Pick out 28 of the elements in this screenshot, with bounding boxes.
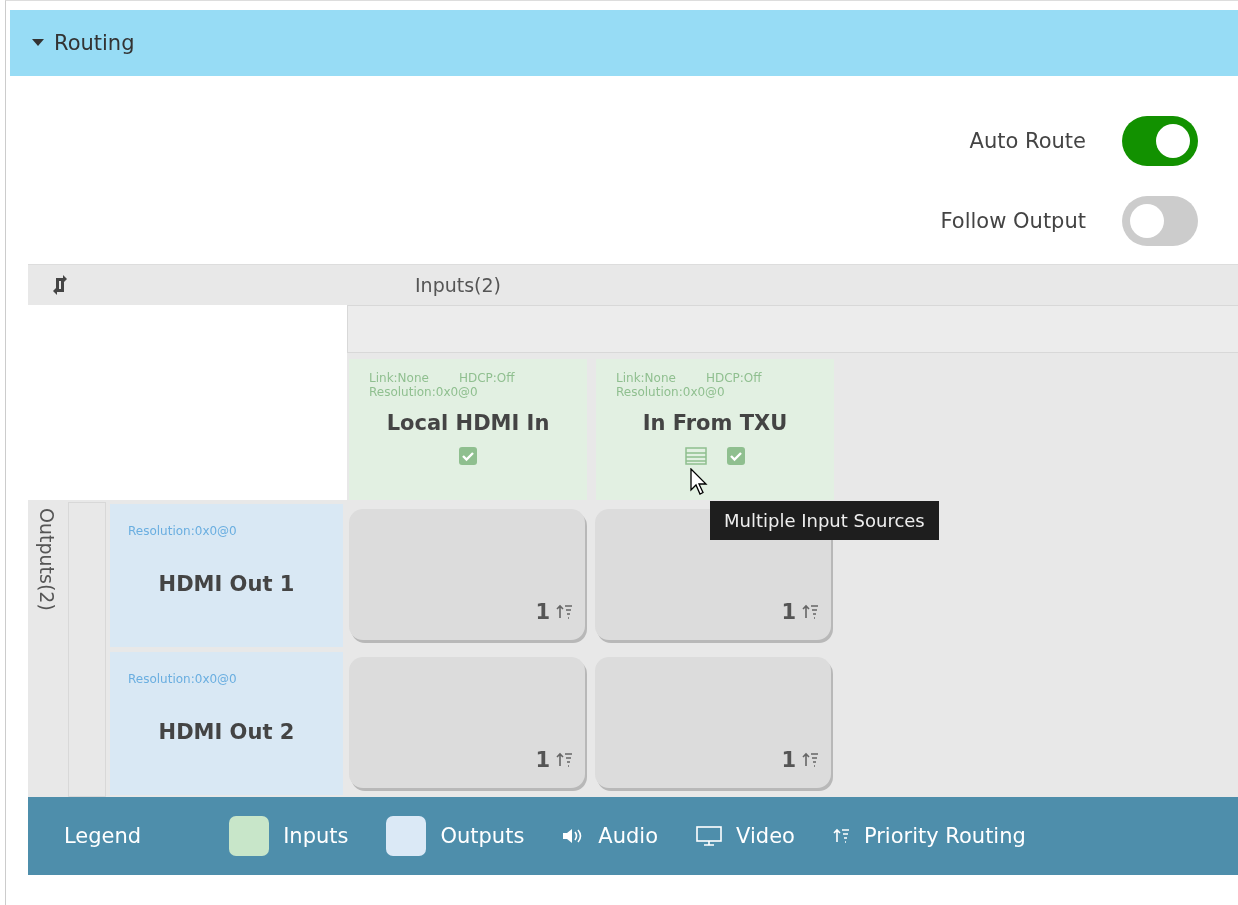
priority-number: 1 bbox=[535, 748, 550, 772]
resolution-text: Resolution:0x0@0 bbox=[369, 385, 478, 399]
resolution-text: Resolution:0x0@0 bbox=[616, 385, 725, 399]
hdcp-status: HDCP:Off bbox=[458, 371, 515, 385]
tooltip: Multiple Input Sources bbox=[710, 501, 939, 540]
legend-label: Inputs bbox=[283, 824, 349, 848]
priority-number: 1 bbox=[781, 600, 796, 624]
resolution-text: Resolution:0x0@0 bbox=[128, 524, 238, 538]
link-status: Link:None bbox=[369, 371, 429, 385]
section-title: Routing bbox=[54, 31, 135, 55]
toggle-label: Auto Route bbox=[969, 129, 1086, 153]
output-name: HDMI Out 1 bbox=[158, 572, 295, 596]
hdcp-status: HDCP:Off bbox=[705, 371, 762, 385]
legend-label: Priority Routing bbox=[863, 824, 1026, 848]
priority-number: 1 bbox=[781, 748, 796, 772]
link-status: Link:None bbox=[616, 371, 676, 385]
inputs-heading: Inputs(2) bbox=[415, 274, 501, 296]
input-name: Local HDMI In bbox=[386, 411, 550, 435]
resolution-text: Resolution:0x0@0 bbox=[128, 672, 238, 686]
legend-label: Audio bbox=[598, 824, 659, 848]
legend-label: Video bbox=[736, 824, 795, 848]
legend-label: Outputs bbox=[440, 824, 525, 848]
legend-title: Legend bbox=[64, 824, 142, 848]
outputs-heading: Outputs(2) bbox=[36, 508, 58, 611]
toggle-label: Follow Output bbox=[940, 209, 1086, 233]
output-name: HDMI Out 2 bbox=[158, 720, 295, 744]
input-name: In From TXU bbox=[642, 411, 788, 435]
priority-number: 1 bbox=[535, 600, 550, 624]
